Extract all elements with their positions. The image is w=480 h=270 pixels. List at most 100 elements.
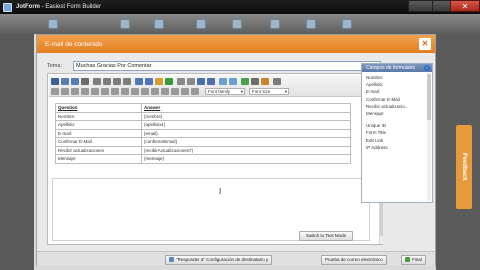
fields-scrollbar[interactable] — [427, 73, 431, 201]
dialog-close-button[interactable]: ✕ — [419, 38, 431, 50]
align-left-icon[interactable] — [93, 78, 101, 85]
field-item[interactable]: E-mail: — [366, 88, 428, 95]
toolbar-icon[interactable] — [306, 19, 316, 29]
toolbar-icon[interactable] — [48, 19, 58, 29]
question-cell: Apellido: — [55, 120, 142, 130]
window-close-button[interactable]: ✕ — [450, 0, 480, 12]
window-title-suffix: - Easiest Form Builder — [40, 4, 102, 10]
table-row: Nombre: {nombre} — [55, 111, 351, 121]
table-row: Recibir actualizaciones {recibirActualiz… — [55, 145, 351, 155]
toolbar-icon[interactable] — [196, 19, 206, 29]
fields-list: Nombre: Apellido: E-mail: Confirmar E-Ma… — [362, 72, 432, 153]
align-center-icon[interactable] — [103, 78, 111, 85]
italic-icon[interactable] — [61, 78, 69, 85]
insert-column-icon[interactable] — [101, 88, 109, 95]
numbered-list-icon[interactable] — [145, 78, 153, 85]
switch-to-text-mode-button[interactable]: Switch to Text Mode — [299, 231, 353, 241]
anchor-icon[interactable] — [241, 78, 249, 85]
scrollbar-thumb[interactable] — [427, 74, 431, 120]
question-cell: Recibir actualizaciones — [55, 145, 142, 155]
editor-toolbar: Font family ▾ Font size ▾ — [49, 75, 381, 97]
reply-to-settings-label: "Responder a" Configuración de destinata… — [176, 257, 269, 262]
outdent-icon[interactable] — [177, 78, 185, 85]
delete-row-icon[interactable] — [91, 88, 99, 95]
meta-field-item[interactable]: IP Address — [366, 144, 428, 151]
column-header: Question — [55, 103, 142, 113]
info-icon[interactable]: i — [424, 65, 430, 71]
reply-to-settings-button[interactable]: "Responder a" Configuración de destinata… — [165, 255, 273, 265]
subject-label: Tema: — [47, 63, 62, 69]
meta-field-item[interactable]: Edit Link — [366, 137, 428, 144]
fields-panel-title: Campos de formulario — [366, 65, 416, 71]
subject-input[interactable] — [73, 61, 381, 71]
toolbar-icon[interactable] — [270, 19, 280, 29]
field-item[interactable]: Nombre: — [366, 74, 428, 81]
question-cell: Mensaje: — [55, 154, 142, 164]
table-row: Apellido: {apellido4} — [55, 120, 351, 130]
font-size-select-label: Font size — [252, 89, 271, 94]
column-header: Answer — [141, 103, 351, 113]
background-left-panel — [0, 34, 34, 270]
field-item[interactable]: Recibir actualizacio... — [366, 103, 428, 110]
meta-field-item[interactable]: Form Title — [366, 129, 428, 136]
link-icon[interactable] — [219, 78, 227, 85]
text-color-icon[interactable] — [155, 78, 163, 85]
indent-icon[interactable] — [187, 78, 195, 85]
background-toolbar — [0, 14, 480, 34]
field-item[interactable]: Apellido: — [366, 81, 428, 88]
question-cell: Nombre: — [55, 111, 142, 121]
text-cursor-icon: I — [219, 187, 222, 196]
strikethrough-icon[interactable] — [81, 78, 89, 85]
insert-row-icon[interactable] — [81, 88, 89, 95]
delete-column-icon[interactable] — [111, 88, 119, 95]
merge-cells-icon[interactable] — [131, 88, 139, 95]
toolbar-icon[interactable] — [154, 19, 164, 29]
finish-label: Final — [412, 257, 422, 262]
align-right-icon[interactable] — [113, 78, 121, 85]
answer-cell: {email} — [141, 128, 351, 138]
redo-icon[interactable] — [207, 78, 215, 85]
unlink-icon[interactable] — [229, 78, 237, 85]
bullet-list-icon[interactable] — [135, 78, 143, 85]
cleanup-icon[interactable] — [251, 78, 259, 85]
visual-aid-icon[interactable] — [141, 88, 149, 95]
field-item[interactable]: Mensaje: — [366, 110, 428, 117]
superscript-icon[interactable] — [161, 88, 169, 95]
special-char-icon[interactable] — [171, 88, 179, 95]
finish-button[interactable]: Final — [401, 255, 426, 265]
underline-icon[interactable] — [71, 78, 79, 85]
html-source-icon[interactable] — [261, 78, 269, 85]
answer-cell: {recibirActualizaciones7} — [141, 145, 351, 155]
undo-icon[interactable] — [197, 78, 205, 85]
toolbar-icon[interactable] — [232, 19, 242, 29]
field-item[interactable]: Confirmar E-Mail — [366, 96, 428, 103]
rich-text-editor[interactable]: Font family ▾ Font size ▾ Question Answer … — [47, 73, 383, 245]
table-header-row: Question Answer — [55, 103, 351, 113]
meta-field-item[interactable]: Unique ID — [366, 122, 428, 129]
cell-props-icon[interactable] — [71, 88, 79, 95]
dialog-header: E-mail de contenido ✕ — [37, 35, 435, 53]
toolbar-icon[interactable] — [120, 19, 130, 29]
font-size-select[interactable]: Font size ▾ — [249, 88, 289, 95]
media-icon[interactable] — [191, 88, 199, 95]
test-email-button[interactable]: Prueba de correo electrónico — [321, 255, 387, 265]
editor-content-area[interactable]: Question Answer Nombre: {nombre} Apellid… — [49, 98, 373, 243]
image-icon[interactable] — [181, 88, 189, 95]
table-icon[interactable] — [51, 88, 59, 95]
highlight-icon[interactable] — [165, 78, 173, 85]
horizontal-rule-icon[interactable] — [273, 78, 281, 85]
split-cells-icon[interactable] — [121, 88, 129, 95]
font-family-select-label: Font family — [208, 89, 231, 94]
form-fields-panel: Campos de formulario i Nombre: Apellido:… — [361, 63, 433, 203]
font-family-select[interactable]: Font family ▾ — [205, 88, 245, 95]
table-row: E-mail: {email} — [55, 128, 351, 138]
chevron-down-icon: ▾ — [240, 89, 243, 94]
toolbar-icon[interactable] — [342, 19, 352, 29]
align-justify-icon[interactable] — [123, 78, 131, 85]
feedback-tab[interactable]: Feedback — [456, 125, 472, 209]
email-content-dialog: E-mail de contenido ✕ Tema: Muchas Graci… — [36, 34, 436, 266]
bold-icon[interactable] — [51, 78, 59, 85]
subscript-icon[interactable] — [151, 88, 159, 95]
answer-cell: {nombre} — [141, 111, 351, 121]
row-props-icon[interactable] — [61, 88, 69, 95]
